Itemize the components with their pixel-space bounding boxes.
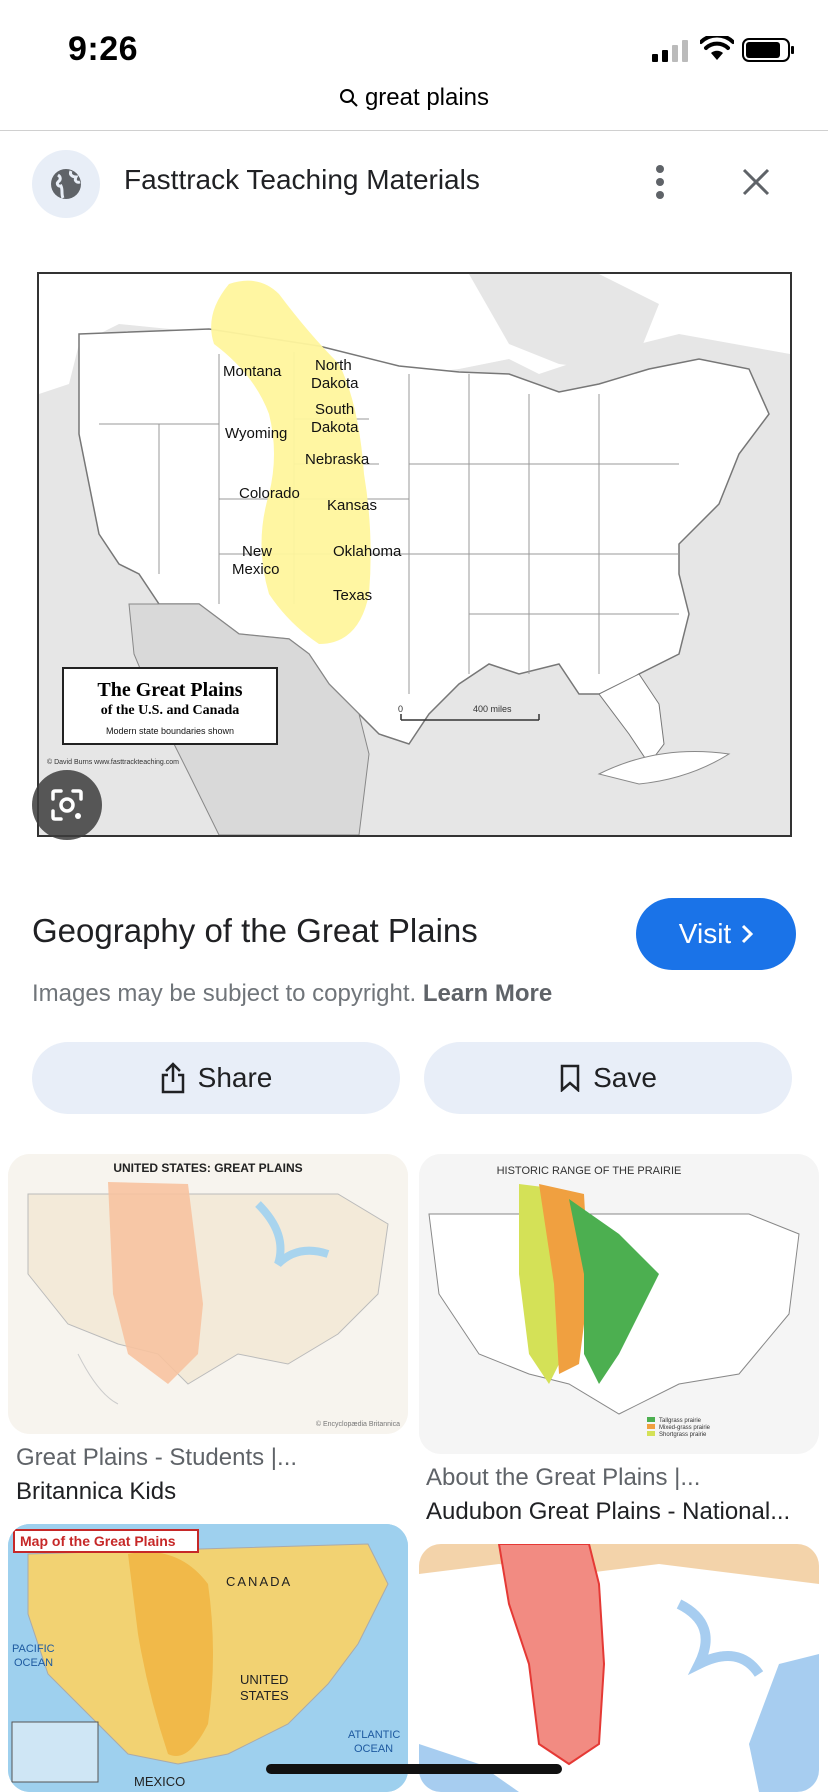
related-image-1[interactable]: UNITED STATES: GREAT PLAINS © Encyclopæd… [8, 1154, 408, 1434]
great-plains-map: Montana North Dakota South Dakota Wyomin… [39, 274, 790, 835]
map-label-texas: Texas [333, 587, 372, 604]
scale-start: 0 [398, 704, 403, 714]
legend-subtitle: of the U.S. and Canada [101, 703, 239, 718]
map-label-wyoming: Wyoming [225, 425, 287, 442]
visit-button[interactable]: Visit [636, 898, 796, 970]
related-1-line1: Great Plains - Students |... [16, 1444, 298, 1471]
source-name[interactable]: Fasttrack Teaching Materials [124, 164, 480, 196]
copyright-text: Images may be subject to copyright. [32, 980, 417, 1007]
google-lens-button[interactable] [32, 770, 102, 840]
wifi-icon [700, 36, 734, 60]
map-label-montana: Montana [223, 363, 282, 380]
related-3-label-states: STATES [240, 1688, 289, 1703]
related-3-label-atlantic: ATLANTIC [348, 1729, 400, 1741]
share-button[interactable]: Share [32, 1042, 400, 1114]
red-region-map [419, 1544, 819, 1792]
clock: 9:26 [68, 30, 139, 68]
lens-icon [51, 789, 83, 821]
related-3-label-united: UNITED [240, 1672, 288, 1687]
result-title[interactable]: Geography of the Great Plains [32, 912, 478, 950]
related-2-legend-2: Mixed-grass prairie [659, 1425, 711, 1431]
visit-label: Visit [678, 918, 732, 949]
related-2-line2: Audubon Great Plains - National... [426, 1498, 791, 1525]
globe-icon [32, 150, 100, 218]
prairie-map: HISTORIC RANGE OF THE PRAIRIE Tallgrass … [419, 1154, 819, 1454]
map-label-kansas: Kansas [327, 497, 377, 514]
main-image[interactable]: Montana North Dakota South Dakota Wyomin… [37, 272, 792, 837]
status-bar: 9:26 [0, 0, 828, 92]
search-query: great plains [364, 84, 490, 111]
related-1-credit: © Encyclopædia Britannica [316, 1420, 400, 1428]
related-1-title: UNITED STATES: GREAT PLAINS [113, 1161, 302, 1175]
related-2-title: HISTORIC RANGE OF THE PRAIRIE [497, 1165, 682, 1177]
related-3-label-mexico: MEXICO [134, 1774, 185, 1789]
copyright-notice: Images may be subject to copyright. Lear… [32, 980, 552, 1008]
search-bar[interactable]: great plains [0, 84, 828, 130]
more-vert-icon [656, 165, 664, 199]
related-caption-1[interactable]: Great Plains - Students |... Britannica … [16, 1444, 297, 1506]
related-3-label-ocean: OCEAN [14, 1657, 53, 1669]
map-label-north-1: North [315, 357, 352, 374]
related-3-label-ocean-2: OCEAN [354, 1743, 393, 1755]
map-label-oklahoma: Oklahoma [333, 543, 402, 560]
more-options-button[interactable] [640, 156, 680, 208]
scale-end: 400 miles [473, 704, 512, 714]
share-label: Share [197, 1062, 273, 1093]
related-3-label-pacific: PACIFIC [12, 1643, 55, 1655]
map-label-south-1: South [315, 401, 354, 418]
image-credit: © David Burns www.fasttrackteaching.com [47, 758, 179, 766]
related-2-line1: About the Great Plains |... [426, 1464, 701, 1491]
close-icon [742, 168, 770, 196]
save-button[interactable]: Save [424, 1042, 792, 1114]
legend-title: The Great Plains [97, 679, 242, 701]
divider [0, 130, 828, 131]
related-2-legend-3: Shortgrass prairie [659, 1432, 707, 1438]
learn-more-link[interactable]: Learn More [423, 980, 552, 1007]
map-label-colorado: Colorado [239, 485, 300, 502]
save-label: Save [593, 1062, 657, 1093]
share-icon [161, 1062, 184, 1094]
home-indicator [266, 1764, 562, 1774]
map-label-nebraska: Nebraska [305, 451, 370, 468]
britannica-map: UNITED STATES: GREAT PLAINS © Encyclopæd… [8, 1154, 408, 1434]
related-image-3[interactable]: Map of the Great Plains CANADA UNITED ST… [8, 1524, 408, 1792]
map-label-north-2: Dakota [311, 375, 359, 392]
related-2-legend-1: Tallgrass prairie [659, 1418, 702, 1424]
map-label-mexico: Mexico [232, 561, 280, 578]
battery-icon [742, 38, 794, 62]
related-caption-2[interactable]: About the Great Plains |... Audubon Grea… [426, 1464, 790, 1526]
map-label-south-2: Dakota [311, 419, 359, 436]
related-image-2[interactable]: HISTORIC RANGE OF THE PRAIRIE Tallgrass … [419, 1154, 819, 1454]
cellular-signal-icon [652, 40, 688, 62]
search-icon [339, 89, 358, 107]
legend-note: Modern state boundaries shown [106, 726, 234, 736]
yellow-map: Map of the Great Plains CANADA UNITED ST… [8, 1524, 408, 1792]
source-header: Fasttrack Teaching Materials [0, 148, 828, 218]
map-label-new: New [242, 543, 272, 560]
chevron-right-icon [742, 924, 754, 944]
close-button[interactable] [736, 160, 776, 204]
bookmark-icon [560, 1064, 580, 1092]
related-1-line2: Britannica Kids [16, 1478, 177, 1505]
related-3-title: Map of the Great Plains [20, 1533, 176, 1549]
related-image-4[interactable] [419, 1544, 819, 1792]
related-3-label-canada: CANADA [226, 1574, 292, 1589]
